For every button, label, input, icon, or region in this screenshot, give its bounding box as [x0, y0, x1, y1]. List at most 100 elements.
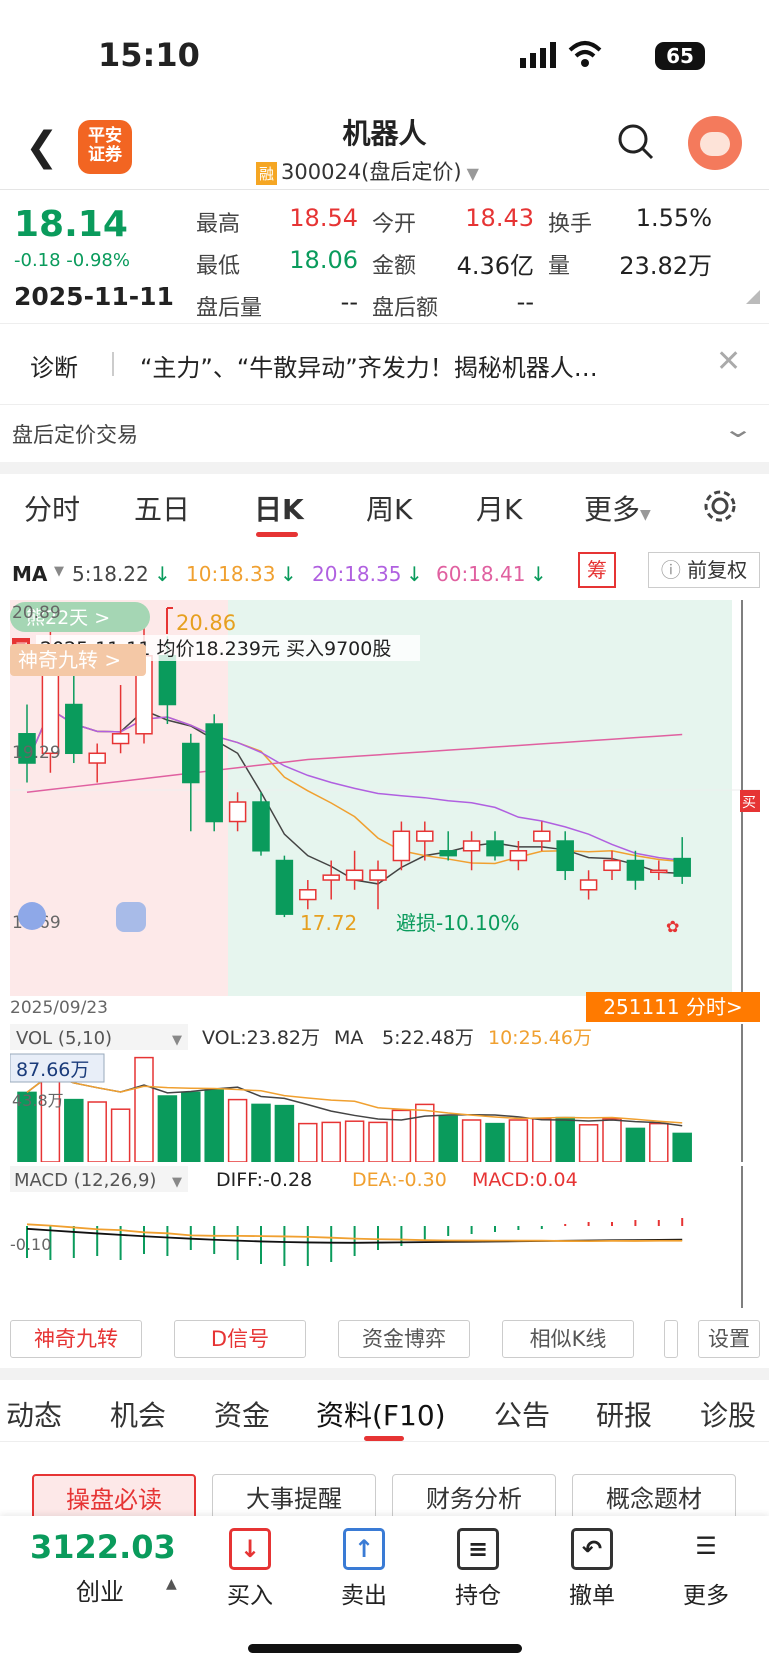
tab-dongtai[interactable]: 动态	[6, 1394, 62, 1434]
macd-chart[interactable]: MACD (12,26,9) ▼ DIFF:-0.28 DEA:-0.30 MA…	[10, 1166, 760, 1308]
sub-btn-gainian[interactable]: 概念题材	[572, 1474, 736, 1522]
high-label: 20.86	[176, 611, 236, 635]
candle	[205, 723, 223, 823]
index-value[interactable]: 3122.03	[30, 1528, 176, 1566]
expand-corner-icon[interactable]	[746, 290, 760, 304]
tab-zhouk[interactable]: 周K	[366, 488, 412, 528]
quote-value: 18.43	[465, 204, 534, 232]
index-name[interactable]: 创业	[76, 1572, 124, 1607]
buy-action[interactable]: ↓ 买入	[210, 1528, 290, 1610]
stop-loss-label: 避损-10.10%	[396, 911, 519, 935]
cancel-order-action[interactable]: ↶ 撤单	[552, 1528, 632, 1610]
quote-value: 18.54	[289, 204, 358, 232]
d-signal-button[interactable]: D信号	[174, 1320, 306, 1358]
sub-btn-caiwu[interactable]: 财务分析	[392, 1474, 556, 1522]
search-icon[interactable]	[616, 122, 656, 162]
volume-bar	[87, 1101, 107, 1162]
chart-tabs: 分时 五日 日K 周K 月K 更多▼	[0, 474, 769, 540]
more-tool-stub[interactable]	[664, 1320, 678, 1358]
last-price: 18.14	[14, 204, 128, 245]
tab-underline	[364, 1436, 404, 1441]
adjust-mode-button[interactable]: ⓘ 前复权	[648, 552, 760, 588]
settings-button[interactable]: 设置	[698, 1320, 760, 1358]
fullscreen-icon[interactable]	[116, 902, 146, 932]
quote-value: 18.06	[289, 246, 358, 274]
stock-code-line[interactable]: 融 300024(盘后定价) ▼	[256, 156, 479, 186]
dropdown-icon[interactable]: ▼	[172, 1175, 182, 1190]
tab-yanbao[interactable]: 研报	[596, 1394, 652, 1434]
status-time: 15:10	[98, 36, 200, 74]
tab-f10[interactable]: 资料(F10)	[316, 1394, 446, 1434]
chevron-down-icon[interactable]: ⌄	[722, 415, 754, 443]
down-arrow-icon: ↓	[406, 562, 423, 586]
down-arrow-icon: ↓	[154, 562, 171, 586]
dropdown-icon[interactable]: ▼	[172, 1033, 182, 1048]
capital-game-button[interactable]: 资金博弈	[338, 1320, 470, 1358]
tab-gonggao[interactable]: 公告	[494, 1394, 550, 1434]
candle	[88, 752, 106, 764]
volume-bar	[368, 1121, 388, 1162]
tab-underline	[256, 532, 298, 537]
volume-bar	[461, 1119, 482, 1162]
vol-mid-label: 43.8万	[12, 1091, 64, 1110]
sell-label: 卖出	[341, 1583, 387, 1609]
volume-bar	[415, 1103, 435, 1162]
sell-action[interactable]: ↑ 卖出	[324, 1528, 404, 1610]
tab-zijin[interactable]: 资金	[214, 1394, 270, 1434]
volume-bar	[227, 1098, 248, 1162]
volume-bar	[64, 1098, 84, 1162]
tab-zhengu[interactable]: 诊股	[700, 1394, 756, 1434]
kline-chart[interactable]: 熊22天 > 20.86 20.89 买 2025-11-11 均价18.239…	[10, 600, 760, 996]
wifi-icon	[568, 41, 602, 67]
vol-title[interactable]: VOL (5,10)	[16, 1028, 112, 1049]
diagnosis-bar[interactable]: 诊断 “主力”、“牛散异动”齐发力！揭秘机器人… ✕	[0, 330, 769, 398]
volume-bar	[274, 1104, 295, 1162]
stock-code: 300024(盘后定价)	[281, 160, 462, 184]
more-action[interactable]: ☰ 更多	[666, 1528, 746, 1610]
divider	[0, 462, 769, 474]
y-axis-top: 20.89	[12, 603, 61, 623]
after-hours-bar[interactable]: 盘后定价交易 ⌄	[0, 404, 769, 460]
tab-rik[interactable]: 日K	[254, 488, 304, 528]
zoom-icon[interactable]	[18, 902, 46, 930]
y-axis-mid: 19.29	[12, 743, 61, 763]
candle	[65, 703, 83, 755]
more-label: 更多	[683, 1583, 729, 1609]
chip-distribution-button[interactable]: 筹	[578, 552, 616, 588]
volume-bar	[110, 1108, 131, 1162]
quote-panel: 18.14 -0.18 -0.98% 2025-11-11 最高 18.54 今开 1…	[0, 192, 769, 324]
position-label: 持仓	[455, 1583, 501, 1609]
avatar-icon[interactable]	[688, 116, 742, 170]
tab-wuri[interactable]: 五日	[134, 488, 190, 528]
status-bar: 15:10 65	[0, 0, 769, 110]
volume-bar	[672, 1132, 692, 1162]
tab-yuek[interactable]: 月K	[476, 488, 522, 528]
candle	[322, 874, 340, 881]
volume-chart[interactable]: VOL (5,10) ▼ VOL:23.82万 MA 5:22.48万 10:2…	[10, 1024, 760, 1162]
macd-y-label: -0.10	[10, 1235, 51, 1254]
volume-bar	[204, 1089, 224, 1162]
fenshi-button[interactable]: 251111 分时>	[586, 992, 760, 1022]
candle	[486, 840, 504, 857]
close-icon[interactable]: ✕	[716, 344, 741, 379]
tab-jihui[interactable]: 机会	[110, 1394, 166, 1434]
candle	[252, 801, 270, 852]
sub-btn-caopan[interactable]: 操盘必读	[32, 1474, 196, 1522]
macd-title[interactable]: MACD (12,26,9)	[14, 1170, 156, 1191]
sub-btn-dashi[interactable]: 大事提醒	[212, 1474, 376, 1522]
position-action[interactable]: ≡ 持仓	[438, 1528, 518, 1610]
shenqi-button[interactable]: 神奇九转	[10, 1320, 142, 1358]
quote-value: 1.55%	[635, 204, 712, 232]
quote-value: 23.82万	[619, 252, 712, 280]
tab-fenshi[interactable]: 分时	[24, 488, 80, 528]
similar-kline-button[interactable]: 相似K线	[502, 1320, 634, 1358]
macd-value: MACD:0.04	[472, 1169, 578, 1191]
ma20-value: 20:18.35	[312, 562, 402, 586]
caret-up-icon[interactable]: ▲	[166, 1576, 177, 1592]
gear-icon[interactable]	[702, 488, 738, 524]
volume-bar	[602, 1118, 622, 1162]
quote-value: --	[340, 288, 358, 316]
margin-badge: 融	[256, 162, 278, 185]
tab-more[interactable]: 更多▼	[584, 488, 651, 528]
diagnosis-text[interactable]: “主力”、“牛散异动”齐发力！揭秘机器人…	[140, 348, 700, 383]
